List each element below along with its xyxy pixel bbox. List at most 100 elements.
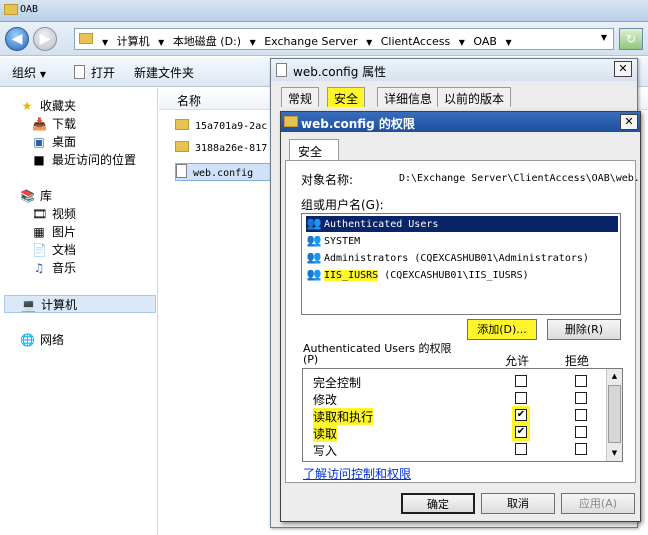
breadcrumb-separator[interactable]: ▼: [505, 38, 511, 47]
refresh-button[interactable]: ↻: [619, 28, 643, 50]
recent-places-icon: ■: [33, 153, 45, 167]
ok-button[interactable]: 确定: [401, 493, 475, 514]
organize-button[interactable]: 组织 ▼: [12, 64, 46, 81]
permissions-title-bar: web.config 的权限 ✕: [281, 112, 640, 132]
nav-desktop[interactable]: ▣ 桌面: [32, 133, 76, 151]
permission-name: 写入: [313, 444, 338, 458]
nav-label: 下载: [52, 117, 77, 131]
picture-icon: ▦: [33, 225, 45, 239]
permission-list-scrollbar[interactable]: ▲ ▼: [606, 369, 622, 461]
group-domain: (CQEXCASHUB01\IIS_IUSRS): [378, 270, 529, 281]
breadcrumb-computer[interactable]: 计算机: [117, 35, 150, 48]
allow-checkbox[interactable]: [515, 392, 527, 404]
group-item-system[interactable]: 👥 SYSTEM: [306, 233, 618, 249]
cancel-button[interactable]: 取消: [481, 493, 555, 514]
breadcrumb-separator[interactable]: ▼: [250, 38, 256, 47]
deny-header: 拒绝: [565, 354, 590, 368]
permission-row-write: 写入: [303, 441, 603, 458]
group-item-iis-iusrs[interactable]: 👥 IIS_IUSRS (CQEXCASHUB01\IIS_IUSRS): [306, 267, 618, 283]
breadcrumb-exchange[interactable]: Exchange Server: [264, 35, 357, 48]
tab-details[interactable]: 详细信息: [377, 87, 440, 107]
group-name: SYSTEM: [324, 236, 361, 247]
deny-checkbox[interactable]: [575, 426, 587, 438]
nav-documents[interactable]: 📄 文档: [32, 241, 76, 259]
deny-checkbox[interactable]: [575, 409, 587, 421]
window-title: OAB: [20, 4, 39, 15]
tab-general[interactable]: 常规: [281, 87, 320, 107]
desktop-icon: ▣: [33, 135, 45, 149]
document-icon: [74, 65, 85, 79]
file-list-item[interactable]: 3188a26e-817: [175, 141, 267, 159]
breadcrumb-drive[interactable]: 本地磁盘 (D:): [173, 35, 241, 48]
breadcrumb-separator[interactable]: ▼: [459, 38, 465, 47]
music-icon: ♫: [33, 261, 45, 275]
network-icon: 🌐: [20, 333, 35, 347]
allow-checkbox[interactable]: [515, 443, 527, 455]
nav-music[interactable]: ♫ 音乐: [32, 259, 76, 277]
back-button[interactable]: ◀: [5, 27, 29, 51]
nav-label: 图片: [52, 225, 77, 239]
breadcrumb-separator[interactable]: ▼: [366, 38, 372, 47]
breadcrumb-separator[interactable]: ▼: [102, 38, 108, 47]
object-name-label: 对象名称:: [301, 173, 354, 187]
scroll-down-icon[interactable]: ▼: [607, 446, 622, 460]
permission-name: 读取: [313, 425, 338, 442]
properties-title-bar: web.config 属性 ✕: [271, 59, 637, 81]
scroll-thumb[interactable]: [608, 385, 621, 443]
users-icon: 👥: [306, 216, 322, 230]
nav-computer[interactable]: 💻 计算机: [4, 295, 156, 313]
permissions-dialog: web.config 的权限 ✕ 安全 对象名称: D:\Exchange Se…: [280, 111, 641, 522]
group-item-administrators[interactable]: 👥 Administrators (CQEXCASHUB01\Administra…: [306, 250, 618, 266]
video-icon: 🎞: [32, 207, 48, 221]
file-list-item[interactable]: 15a701a9-2ac: [175, 119, 267, 137]
permission-list: 完全控制 修改 读取和执行 ✔ 读取 ✔ 写入 ▲ ▼: [302, 368, 623, 462]
column-header-label: 名称: [177, 94, 202, 108]
breadcrumb-oab[interactable]: OAB: [473, 35, 497, 48]
group-name: IIS_IUSRS: [324, 270, 379, 281]
permission-list-label: Authenticated Users 的权限: [303, 342, 452, 355]
nav-label: 视频: [52, 207, 77, 221]
nav-network[interactable]: 🌐 网络: [20, 331, 64, 349]
deny-checkbox[interactable]: [575, 392, 587, 404]
downloads-icon: 📥: [32, 117, 47, 131]
permission-row-full-control: 完全控制: [303, 373, 603, 390]
file-name: web.config: [193, 168, 254, 179]
scroll-up-icon[interactable]: ▲: [607, 369, 622, 383]
add-button[interactable]: 添加(D)...: [467, 319, 537, 340]
forward-button[interactable]: ▶: [33, 27, 57, 51]
tab-security[interactable]: 安全: [289, 139, 339, 161]
nav-label: 库: [40, 189, 53, 203]
nav-recent[interactable]: ■ 最近访问的位置: [32, 151, 136, 169]
remove-button[interactable]: 删除(R): [547, 319, 621, 340]
permission-row-read-execute: 读取和执行 ✔: [303, 407, 603, 425]
learn-access-control-link[interactable]: 了解访问控制和权限: [303, 465, 411, 482]
address-row: ◀ ▶ ▼ 计算机 ▼ 本地磁盘 (D:) ▼ Exchange Server …: [0, 22, 648, 56]
folder-icon: [175, 119, 189, 130]
file-list-item[interactable]: web.config: [175, 163, 275, 181]
nav-libraries[interactable]: 📚 库: [20, 187, 52, 205]
allow-checkbox[interactable]: ✔: [515, 409, 527, 421]
tab-security[interactable]: 安全: [327, 87, 366, 107]
apply-button[interactable]: 应用(A): [561, 493, 635, 514]
new-folder-button[interactable]: 新建文件夹: [134, 64, 194, 81]
address-dropdown-icon[interactable]: ▼: [601, 33, 607, 42]
open-button[interactable]: 打开: [74, 64, 115, 81]
nav-downloads[interactable]: 📥 下载: [32, 115, 76, 133]
nav-videos[interactable]: 🎞 视频: [32, 205, 76, 223]
group-name: Administrators: [324, 253, 409, 264]
close-icon[interactable]: ✕: [614, 61, 632, 77]
nav-pictures[interactable]: ▦ 图片: [32, 223, 76, 241]
permission-row-read: 读取 ✔: [303, 424, 603, 442]
deny-checkbox[interactable]: [575, 443, 587, 455]
breadcrumb-separator[interactable]: ▼: [158, 38, 164, 47]
allow-checkbox[interactable]: [515, 375, 527, 387]
address-bar[interactable]: ▼ 计算机 ▼ 本地磁盘 (D:) ▼ Exchange Server ▼ Cl…: [74, 28, 614, 50]
document-icon: [276, 63, 287, 77]
deny-checkbox[interactable]: [575, 375, 587, 387]
allow-checkbox[interactable]: ✔: [515, 426, 527, 438]
breadcrumb-clientaccess[interactable]: ClientAccess: [381, 35, 451, 48]
tab-previous-versions[interactable]: 以前的版本: [437, 87, 512, 107]
group-item-authenticated-users[interactable]: 👥 Authenticated Users: [306, 216, 618, 232]
close-icon[interactable]: ✕: [620, 114, 638, 130]
nav-favorites[interactable]: ★ 收藏夹: [20, 97, 76, 115]
